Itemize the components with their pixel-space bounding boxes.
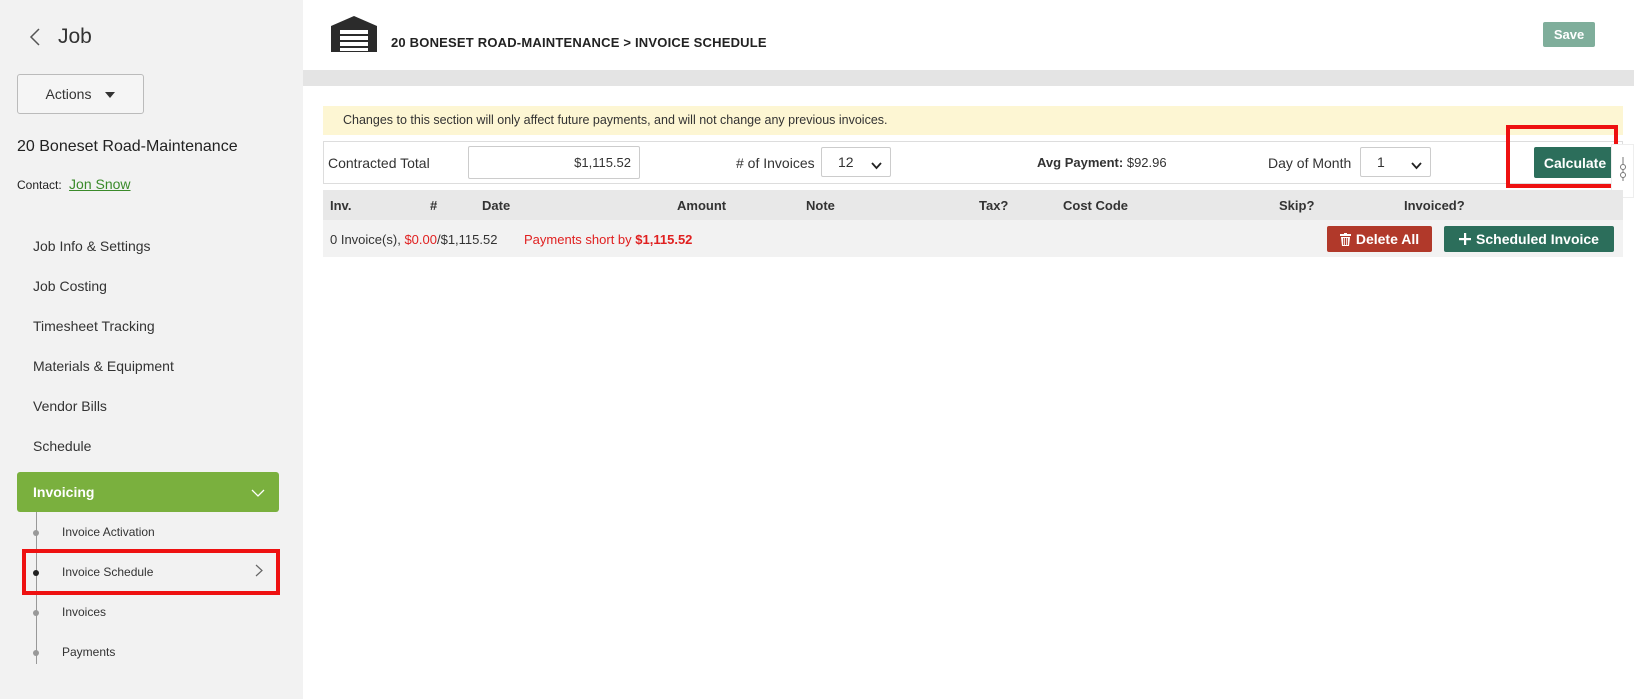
sidebar-subitem-payments[interactable]: Payments — [17, 632, 279, 672]
bullet-dot-icon — [33, 530, 39, 536]
column-header: Invoiced? — [1404, 198, 1465, 213]
actions-label: Actions — [45, 86, 92, 102]
payments-short-amount: $1,115.52 — [635, 232, 693, 247]
avg-payment: Avg Payment: $92.96 — [1037, 155, 1167, 170]
sidebar-item-timesheet[interactable]: Timesheet Tracking — [17, 306, 279, 346]
contact-line: Contact: Jon Snow — [17, 176, 131, 192]
trash-icon — [1339, 232, 1351, 246]
day-of-month-select[interactable]: 1 — [1360, 147, 1431, 177]
page-title: Job — [58, 25, 92, 48]
contracted-total-input[interactable] — [468, 146, 640, 179]
add-scheduled-invoice-button[interactable]: Scheduled Invoice — [1444, 226, 1614, 252]
column-header: Date — [482, 198, 511, 213]
contact-link[interactable]: Jon Snow — [69, 176, 130, 192]
sidebar-subitem-label: Invoice Schedule — [62, 565, 154, 579]
column-header: Inv. — [330, 198, 352, 213]
caret-down-icon — [105, 92, 116, 98]
job-name: 20 Boneset Road-Maintenance — [17, 138, 238, 155]
chevron-down-icon — [251, 484, 265, 500]
notice-banner: Changes to this section will only affect… — [323, 106, 1623, 135]
chevron-right-icon — [255, 564, 263, 580]
sidebar-subitem-label: Invoices — [62, 605, 107, 619]
delete-all-label: Delete All — [1355, 231, 1420, 247]
bullet-dot-icon — [33, 650, 39, 656]
sidebar-item-job-costing[interactable]: Job Costing — [17, 266, 279, 306]
sidebar-subitem-label: Payments — [62, 645, 116, 659]
payments-short-label: Payments short by — [524, 232, 632, 247]
calculate-button[interactable]: Calculate — [1534, 147, 1616, 178]
invoiced-amount: $0.00 — [404, 232, 437, 247]
sidebar-item-schedule[interactable]: Schedule — [17, 426, 279, 466]
bullet-dot-icon — [33, 570, 39, 576]
save-button[interactable]: Save — [1543, 22, 1595, 47]
column-header: Skip? — [1279, 198, 1315, 213]
table-header: Inv. # Date Amount Note Tax? Cost Code S… — [323, 190, 1623, 220]
sidebar-item-label: Invoicing — [33, 484, 95, 500]
chevron-down-icon — [871, 157, 882, 173]
sidebar-item-job-info[interactable]: Job Info & Settings — [17, 226, 279, 266]
chevron-left-icon[interactable] — [24, 22, 46, 52]
day-of-month-label: Day of Month — [1268, 155, 1352, 171]
column-header: Note — [806, 198, 835, 213]
column-header: Tax? — [979, 198, 1009, 213]
num-invoices-value: 12 — [838, 154, 854, 170]
column-header: Cost Code — [1063, 198, 1128, 213]
chevron-down-icon — [1411, 157, 1422, 173]
slider-icon — [1618, 155, 1628, 188]
plus-icon — [1459, 233, 1472, 245]
invoice-summary: 0 Invoice(s), $0.00/$1,115.52 — [330, 232, 497, 247]
top-bar: 20 BONESET ROAD-MAINTENANCE > INVOICE SC… — [303, 0, 1634, 70]
breadcrumb: 20 BONESET ROAD-MAINTENANCE > INVOICE SC… — [391, 35, 767, 50]
sidebar-nav: Job Info & Settings Job Costing Timeshee… — [17, 226, 280, 672]
sidebar-item-materials[interactable]: Materials & Equipment — [17, 346, 279, 386]
sidebar-subitem-label: Invoice Activation — [62, 525, 155, 539]
back-button[interactable]: Job — [24, 22, 92, 52]
payments-short-notice: Payments short by $1,115.52 — [524, 232, 692, 247]
sidebar-subitem-invoice-schedule[interactable]: Invoice Schedule — [22, 549, 280, 595]
day-of-month-value: 1 — [1377, 154, 1385, 170]
table-summary-row: 0 Invoice(s), $0.00/$1,115.52 Payments s… — [323, 220, 1623, 257]
sidebar-item-invoicing[interactable]: Invoicing — [17, 472, 279, 512]
sidebar-subitem-invoice-activation[interactable]: Invoice Activation — [17, 512, 279, 552]
invoice-count: 0 Invoice(s), — [330, 232, 401, 247]
invoicing-submenu: Invoice Activation Invoice Schedule Invo… — [17, 512, 280, 672]
num-invoices-select[interactable]: 12 — [821, 147, 891, 177]
main-content: 20 BONESET ROAD-MAINTENANCE > INVOICE SC… — [303, 0, 1634, 699]
sidebar-subitem-invoices[interactable]: Invoices — [17, 592, 279, 632]
contact-label: Contact: — [17, 178, 62, 192]
header-divider — [303, 70, 1634, 86]
scheduled-invoice-label: Scheduled Invoice — [1476, 231, 1599, 247]
avg-payment-value: $92.96 — [1126, 155, 1167, 170]
garage-icon — [331, 16, 377, 52]
column-header: # — [430, 198, 438, 213]
delete-all-button[interactable]: Delete All — [1327, 226, 1432, 252]
sidebar: Job Actions 20 Boneset Road-Maintenance … — [0, 0, 303, 699]
bullet-dot-icon — [33, 610, 39, 616]
sidebar-item-vendor-bills[interactable]: Vendor Bills — [17, 386, 279, 426]
contract-total: /$1,115.52 — [436, 232, 498, 247]
num-invoices-label: # of Invoices — [736, 155, 815, 171]
calculation-row: Contracted Total # of Invoices 12 Avg Pa… — [323, 141, 1623, 184]
actions-dropdown-button[interactable]: Actions — [17, 74, 144, 114]
column-header: Amount — [677, 198, 727, 213]
contracted-total-label: Contracted Total — [328, 155, 430, 171]
avg-payment-label: Avg Payment: — [1037, 155, 1124, 170]
